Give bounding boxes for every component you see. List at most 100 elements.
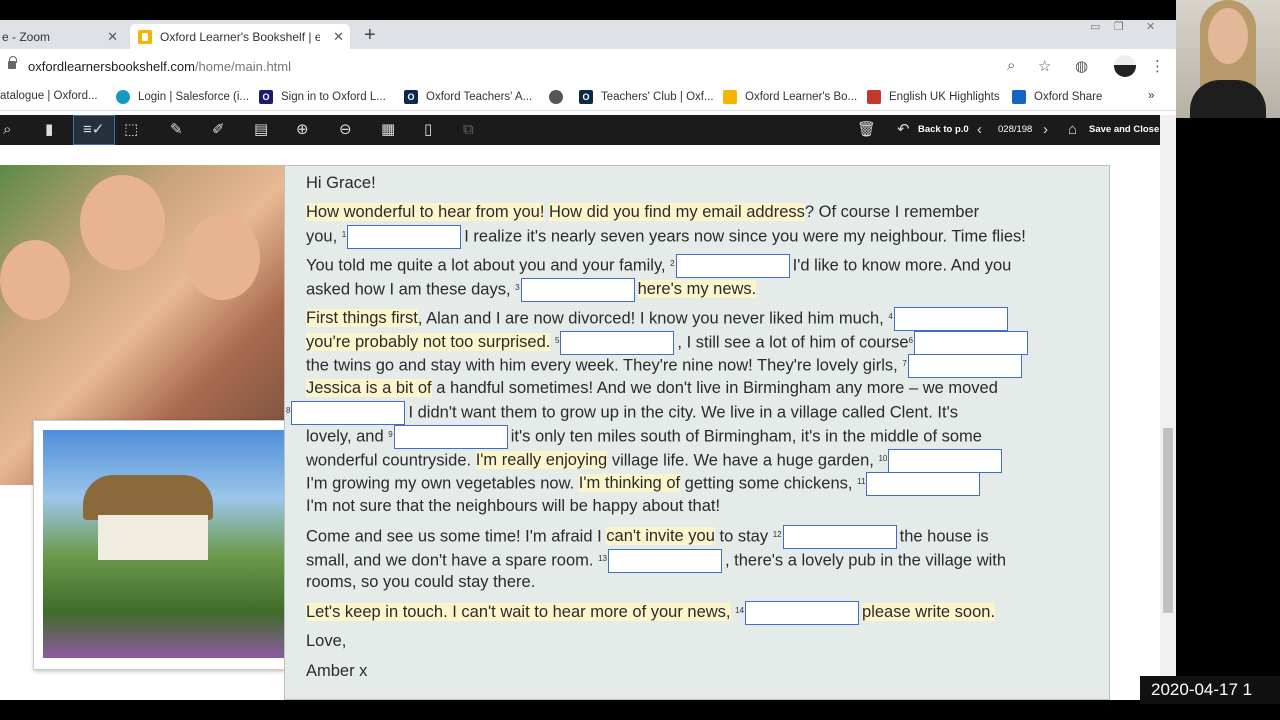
highlighter-icon[interactable]: ✐ [212, 121, 225, 139]
cottage-photo [43, 430, 285, 658]
url-host: oxfordlearnersbookshelf.com [28, 59, 195, 74]
zoom-out-icon[interactable]: ⊖ [339, 121, 352, 139]
answer-input-1[interactable] [347, 225, 462, 249]
oxford-o-icon: O [404, 90, 418, 104]
page-grid-icon[interactable]: ▦ [381, 121, 395, 139]
extension-circle-icon[interactable]: ◍ [1075, 57, 1088, 75]
restore-window-icon[interactable]: ❐ [1114, 20, 1124, 33]
letter-line: you, 1I realize it's nearly seven years … [306, 225, 1026, 249]
tab-zoom[interactable]: e - Zoom ✕ [0, 24, 124, 49]
zoom-magnifier-icon[interactable]: ⌕ [1007, 57, 1015, 74]
letter-exercise: Hi Grace! How wonderful to hear from you… [284, 165, 1110, 700]
letter-line: 8I didn't want them to grow up in the ci… [286, 401, 958, 425]
answer-input-11[interactable] [866, 472, 981, 496]
url-text[interactable]: oxfordlearnersbookshelf.com/home/main.ht… [28, 59, 291, 74]
screen: e - Zoom ✕ Oxford Learner's Bookshelf | … [0, 0, 1280, 720]
letter-line: asked how I am these days, 3 here's my ne… [306, 278, 757, 302]
single-page-icon[interactable]: ▯ [424, 121, 432, 139]
browser-window: e - Zoom ✕ Oxford Learner's Bookshelf | … [0, 20, 1176, 700]
bookmark-learners-bookshelf[interactable]: Oxford Learner's Bo... [723, 90, 857, 104]
bookmark-oxford-signin[interactable]: O Sign in to Oxford L... [259, 90, 386, 104]
save-and-close-button[interactable]: Save and Close [1089, 124, 1159, 135]
lock-icon[interactable] [8, 56, 17, 69]
bookmark-english-uk[interactable]: English UK Highlights [867, 90, 1000, 104]
close-tab-icon[interactable]: ✕ [333, 29, 344, 45]
reader-toolbar: ⌕ ▮ ≡✓ ⬚ ✎ ✐ ▤ ⊕ ⊖ ▦ ▯ ⧉ 🗑 ↶ Back to p.0… [0, 115, 1160, 145]
letter-line: Let's keep in touch. I can't wait to hea… [306, 601, 996, 625]
answer-input-3[interactable] [520, 278, 635, 302]
bookmark-salesforce[interactable]: Login | Salesforce (i... [116, 90, 249, 104]
address-bar[interactable]: oxfordlearnersbookshelf.com/home/main.ht… [0, 49, 1176, 85]
profile-avatar[interactable] [1114, 55, 1136, 77]
page-counter: 028/198 [998, 124, 1033, 135]
tab-oxford-bookshelf[interactable]: Oxford Learner's Bookshelf | e-b ✕ [130, 24, 350, 49]
letter-line: lovely, and 9 it's only ten miles south o… [306, 425, 982, 449]
letter-line: You told me quite a lot about you and yo… [306, 254, 1011, 278]
globe-icon [549, 90, 563, 104]
zoom-in-icon[interactable]: ⊕ [296, 121, 309, 139]
note-icon[interactable]: ▤ [254, 121, 268, 139]
answer-input-8[interactable] [291, 401, 406, 425]
letter-line: I'm growing my own vegetables now. I'm t… [306, 472, 983, 496]
vertical-scrollbar-thumb[interactable] [1163, 428, 1173, 613]
close-window-icon[interactable]: ✕ [1146, 20, 1155, 33]
answer-input-12[interactable] [782, 525, 897, 549]
search-icon[interactable]: ⌕ [3, 121, 11, 139]
tab-bar: e - Zoom ✕ Oxford Learner's Bookshelf | … [0, 20, 1176, 49]
back-to-page-link[interactable]: Back to p.0 [918, 124, 969, 135]
letter-line: you're probably not too surprised. 5, I … [306, 331, 1031, 355]
next-page-chevron-icon[interactable]: › [1043, 121, 1048, 139]
tab-zoom-title: e - Zoom [2, 29, 51, 44]
url-path: /home/main.html [194, 59, 292, 74]
bookmark-star-icon[interactable]: ☆ [1038, 57, 1051, 75]
letter-line: First things first, Alan and I are now d… [306, 307, 1011, 331]
answer-input-2[interactable] [675, 254, 790, 278]
select-area-icon[interactable]: ⬚ [124, 121, 138, 139]
letter-line: wonderful countryside. I'm really enjoyi… [306, 449, 1005, 473]
bookmark-teachers-club[interactable]: O Teachers' Club | Oxf... [579, 90, 714, 104]
letter-signature: Amber x [306, 662, 368, 680]
bookmark-icon[interactable]: ▮ [45, 121, 53, 139]
answer-input-13[interactable] [607, 549, 722, 573]
close-tab-icon[interactable]: ✕ [107, 29, 118, 45]
minimize-window-icon[interactable]: ▭ [1090, 20, 1100, 33]
bookmark-oxford-share[interactable]: Oxford Share [1012, 90, 1102, 104]
answer-input-5[interactable] [560, 331, 675, 355]
letter-line: small, and we don't have a spare room. 1… [306, 549, 1006, 573]
tab-oxford-title: Oxford Learner's Bookshelf | e-b [160, 29, 320, 44]
letter-line: the twins go and stay with him every wee… [306, 354, 1025, 378]
trash-icon[interactable]: 🗑 [857, 121, 876, 139]
back-arrow-icon[interactable]: ↶ [897, 121, 910, 139]
new-tab-plus-icon[interactable]: + [364, 25, 376, 45]
pencil-icon[interactable]: ✎ [170, 121, 183, 139]
bookshelf-favicon-icon [723, 90, 737, 104]
bookmark-catalogue[interactable]: atalogue | Oxford... [0, 90, 98, 102]
answer-input-14[interactable] [745, 601, 860, 625]
oup-logo-icon: O [259, 90, 273, 104]
salesforce-cloud-icon [116, 90, 130, 104]
previous-page-chevron-icon[interactable]: ‹ [977, 121, 982, 139]
recording-timestamp: 2020-04-17 1 [1140, 676, 1280, 704]
oxford-share-icon [1012, 90, 1026, 104]
answer-input-9[interactable] [393, 425, 508, 449]
answer-input-6[interactable] [913, 331, 1028, 355]
letter-line: rooms, so you could stay there. [306, 573, 536, 591]
bookmark-oxford-teachers[interactable]: O Oxford Teachers' A... [404, 90, 532, 104]
english-uk-icon [867, 90, 881, 104]
bookmarks-bar: atalogue | Oxford... Login | Salesforce … [0, 85, 1176, 111]
answer-input-4[interactable] [893, 307, 1008, 331]
answer-input-7[interactable] [907, 354, 1022, 378]
letter-signoff: Love, [306, 632, 347, 650]
home-icon[interactable]: ⌂ [1068, 121, 1077, 139]
bookmarks-overflow-chevron-icon[interactable]: » [1148, 90, 1154, 102]
answer-input-10[interactable] [888, 449, 1003, 473]
oxford-o-icon: O [579, 90, 593, 104]
cottage-photo-frame [33, 420, 285, 670]
letter-greeting: Hi Grace! [306, 174, 376, 192]
bookshelf-favicon-icon [138, 29, 152, 44]
bookmark-globe[interactable] [549, 90, 571, 104]
answer-check-icon[interactable]: ≡✓ [83, 121, 104, 139]
browser-menu-icon[interactable]: ⋮ [1150, 57, 1165, 75]
letter-line: Come and see us some time! I'm afraid I … [306, 525, 989, 549]
book-page-viewport: Hi Grace! How wonderful to hear from you… [0, 145, 1160, 700]
